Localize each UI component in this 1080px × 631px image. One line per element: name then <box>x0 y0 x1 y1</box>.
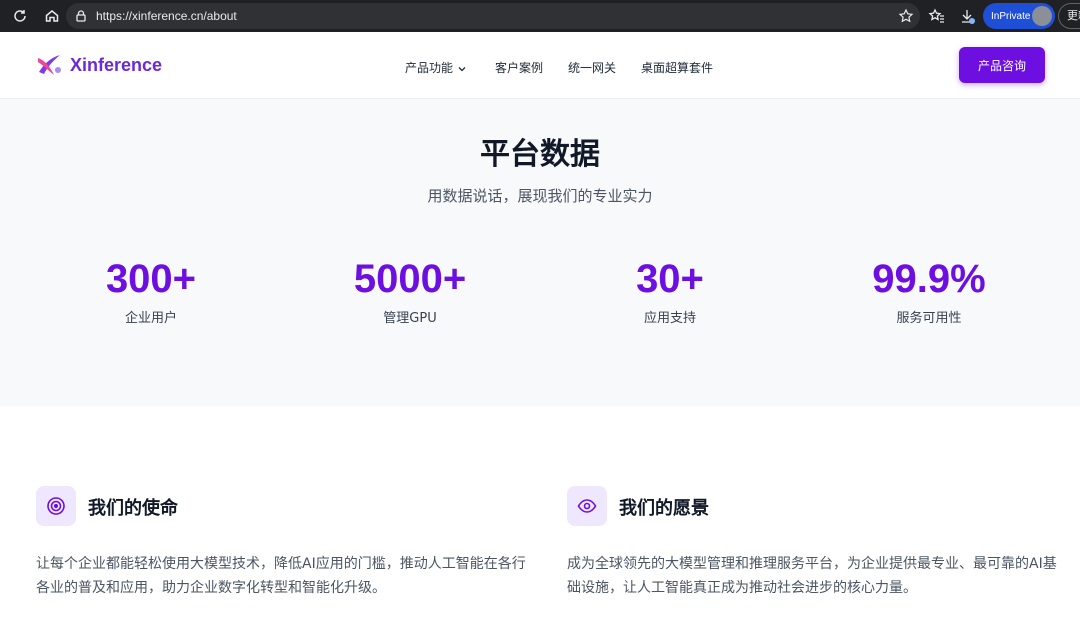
lock-icon <box>76 10 86 22</box>
stat-label: 服务可用性 <box>896 311 962 326</box>
section-title: 平台数据 <box>480 137 600 172</box>
logo-text: Xinference <box>70 54 163 75</box>
mission-text: 让每个企业都能轻松使用大模型技术，降低AI应用的门槛，推动人工智能在各行各业的普… <box>36 556 526 596</box>
stat-value: 300+ <box>105 257 197 301</box>
stat-managed-gpu: 5000+ 管理GPU <box>310 255 510 326</box>
refresh-icon[interactable] <box>8 4 32 28</box>
url-text: https://xinference.cn/about <box>96 9 237 23</box>
home-icon[interactable] <box>40 4 64 28</box>
downloads-icon[interactable] <box>958 7 976 25</box>
vision-title: 我们的愿景 <box>619 498 709 519</box>
inprivate-badge[interactable]: InPrivate <box>983 3 1055 29</box>
nav-item-unified-gateway[interactable]: 统一网关 <box>568 59 616 76</box>
section-subtitle: 用数据说话，展现我们的专业实力 <box>427 187 653 205</box>
logo[interactable]: Xinference <box>36 52 162 78</box>
stat-value: 30+ <box>636 257 704 301</box>
xinference-logo-icon <box>38 55 61 75</box>
address-bar[interactable]: https://xinference.cn/about <box>66 3 920 29</box>
stat-label: 企业用户 <box>124 311 177 326</box>
site-header: Xinference 产品功能 客户案例 统一网关 桌面超算套件 产品咨询 <box>0 32 1080 99</box>
target-icon <box>36 486 76 526</box>
stat-app-support: 30+ 应用支持 <box>570 255 770 326</box>
stat-label: 管理GPU <box>383 311 437 326</box>
update-button[interactable]: 更新 <box>1058 3 1080 29</box>
mission-vision-section: 我们的使命 让每个企业都能轻松使用大模型技术，降低AI应用的门槛，推动人工智能在… <box>0 406 1080 631</box>
stat-value: 5000+ <box>353 257 467 301</box>
mission-card: 我们的使命 让每个企业都能轻松使用大模型技术，降低AI应用的门槛，推动人工智能在… <box>36 486 526 600</box>
favorites-icon[interactable] <box>928 7 946 25</box>
stat-availability: 99.9% 服务可用性 <box>829 255 1029 326</box>
nav-item-desktop-suite[interactable]: 桌面超算套件 <box>641 59 713 76</box>
favorite-star-icon[interactable] <box>898 8 914 24</box>
vision-text: 成为全球领先的大模型管理和推理服务平台，为企业提供最专业、最可靠的AI基础设施，… <box>567 556 1057 596</box>
chevron-down-icon <box>458 66 466 71</box>
mission-title: 我们的使命 <box>88 498 178 519</box>
stats-section: 平台数据 用数据说话，展现我们的专业实力 300+ 企业用户 5000+ 管理G… <box>0 99 1080 406</box>
stat-value: 99.9% <box>872 257 986 301</box>
stat-label: 应用支持 <box>643 311 696 326</box>
vision-card: 我们的愿景 成为全球领先的大模型管理和推理服务平台，为企业提供最专业、最可靠的A… <box>567 486 1057 600</box>
avatar <box>1032 6 1052 26</box>
browser-toolbar: https://xinference.cn/about InPrivate 更新 <box>0 0 1080 32</box>
nav-item-customer-cases[interactable]: 客户案例 <box>495 59 543 76</box>
eye-icon <box>567 486 607 526</box>
product-consult-button[interactable]: 产品咨询 <box>959 47 1045 83</box>
stat-enterprise-users: 300+ 企业用户 <box>51 255 251 326</box>
nav-item-product-features[interactable]: 产品功能 <box>405 59 467 76</box>
